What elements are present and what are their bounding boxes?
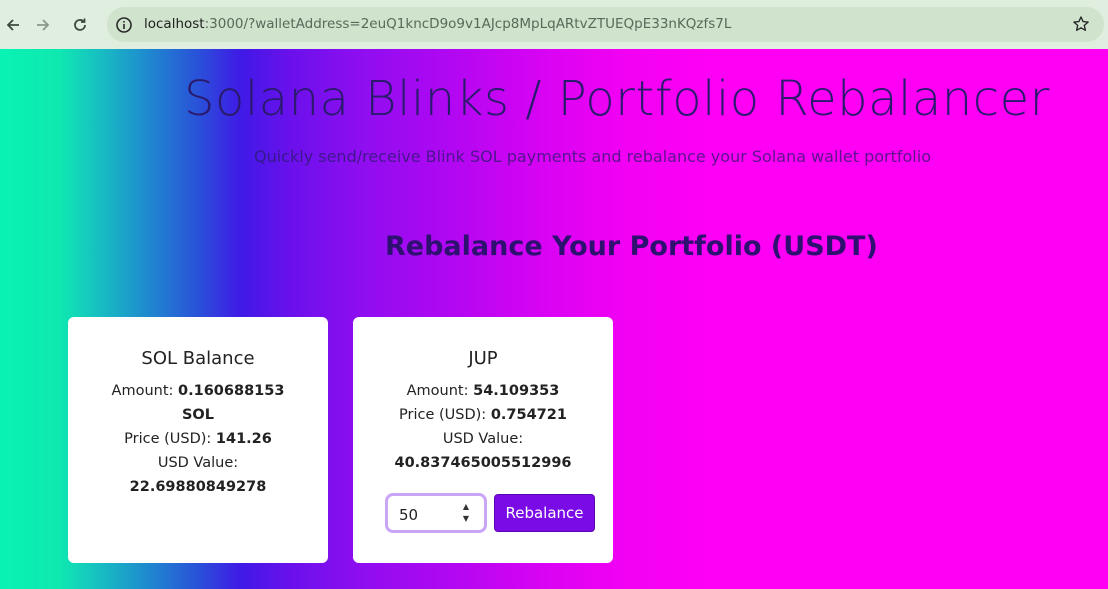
card-title: JUP xyxy=(468,348,498,369)
page-title: Solana Blinks / Portfolio Rebalancer xyxy=(184,71,1050,127)
usd-value: 22.69880849278 xyxy=(129,479,267,495)
amount-value: 0.160688153 xyxy=(178,383,285,399)
usd-value-label: USD Value: xyxy=(157,455,239,471)
usd-value: 40.837465005512996 xyxy=(394,455,572,471)
price-value: 0.754721 xyxy=(490,407,567,423)
amount-row: Amount: 0.160688153 xyxy=(88,379,308,403)
number-spinner[interactable]: ▲ ▼ xyxy=(460,502,472,524)
card-title: SOL Balance xyxy=(141,348,255,369)
input-value: 50 xyxy=(399,506,419,524)
amount-row: Amount: 54.109353 xyxy=(373,379,593,403)
rebalance-controls: 50 ▲ ▼ Rebalance xyxy=(385,493,595,533)
reload-icon[interactable] xyxy=(67,12,93,38)
page-subtitle: Quickly send/receive Blink SOL payments … xyxy=(254,147,931,166)
sol-balance-card: SOL Balance Amount: 0.160688153 SOL Pric… xyxy=(68,317,328,563)
amount-label: Amount: xyxy=(406,383,469,399)
usd-value-label: USD Value: xyxy=(442,431,524,447)
price-label: Price (USD): xyxy=(399,407,487,423)
rebalance-percent-input[interactable]: 50 ▲ ▼ xyxy=(385,493,487,533)
info-icon[interactable] xyxy=(115,16,133,34)
spinner-down-icon[interactable]: ▼ xyxy=(463,514,469,524)
page-background: Solana Blinks / Portfolio Rebalancer Qui… xyxy=(0,49,1108,589)
rebalance-button[interactable]: Rebalance xyxy=(494,494,595,532)
url-host: localhost xyxy=(144,16,205,32)
url-path: :3000/?walletAddress=2euQ1kncD9o9v1AJcp8… xyxy=(204,16,732,32)
jup-token-card: JUP Amount: 54.109353 Price (USD): 0.754… xyxy=(353,317,613,563)
price-row: Price (USD): 0.754721 xyxy=(373,403,593,427)
amount-label: Amount: xyxy=(111,383,174,399)
section-title: Rebalance Your Portfolio (USDT) xyxy=(385,231,878,262)
price-label: Price (USD): xyxy=(124,431,212,447)
forward-icon[interactable] xyxy=(30,12,56,38)
browser-toolbar: localhost:3000/?walletAddress=2euQ1kncD9… xyxy=(0,0,1108,49)
address-bar[interactable]: localhost:3000/?walletAddress=2euQ1kncD9… xyxy=(107,7,1104,42)
star-icon[interactable] xyxy=(1072,15,1090,33)
amount-unit: SOL xyxy=(181,407,214,423)
url-text: localhost:3000/?walletAddress=2euQ1kncD9… xyxy=(144,16,731,32)
price-row: Price (USD): 141.26 xyxy=(88,427,308,451)
back-icon[interactable] xyxy=(0,12,26,38)
amount-value: 54.109353 xyxy=(473,383,560,399)
price-value: 141.26 xyxy=(215,431,272,447)
spinner-up-icon[interactable]: ▲ xyxy=(463,502,469,512)
